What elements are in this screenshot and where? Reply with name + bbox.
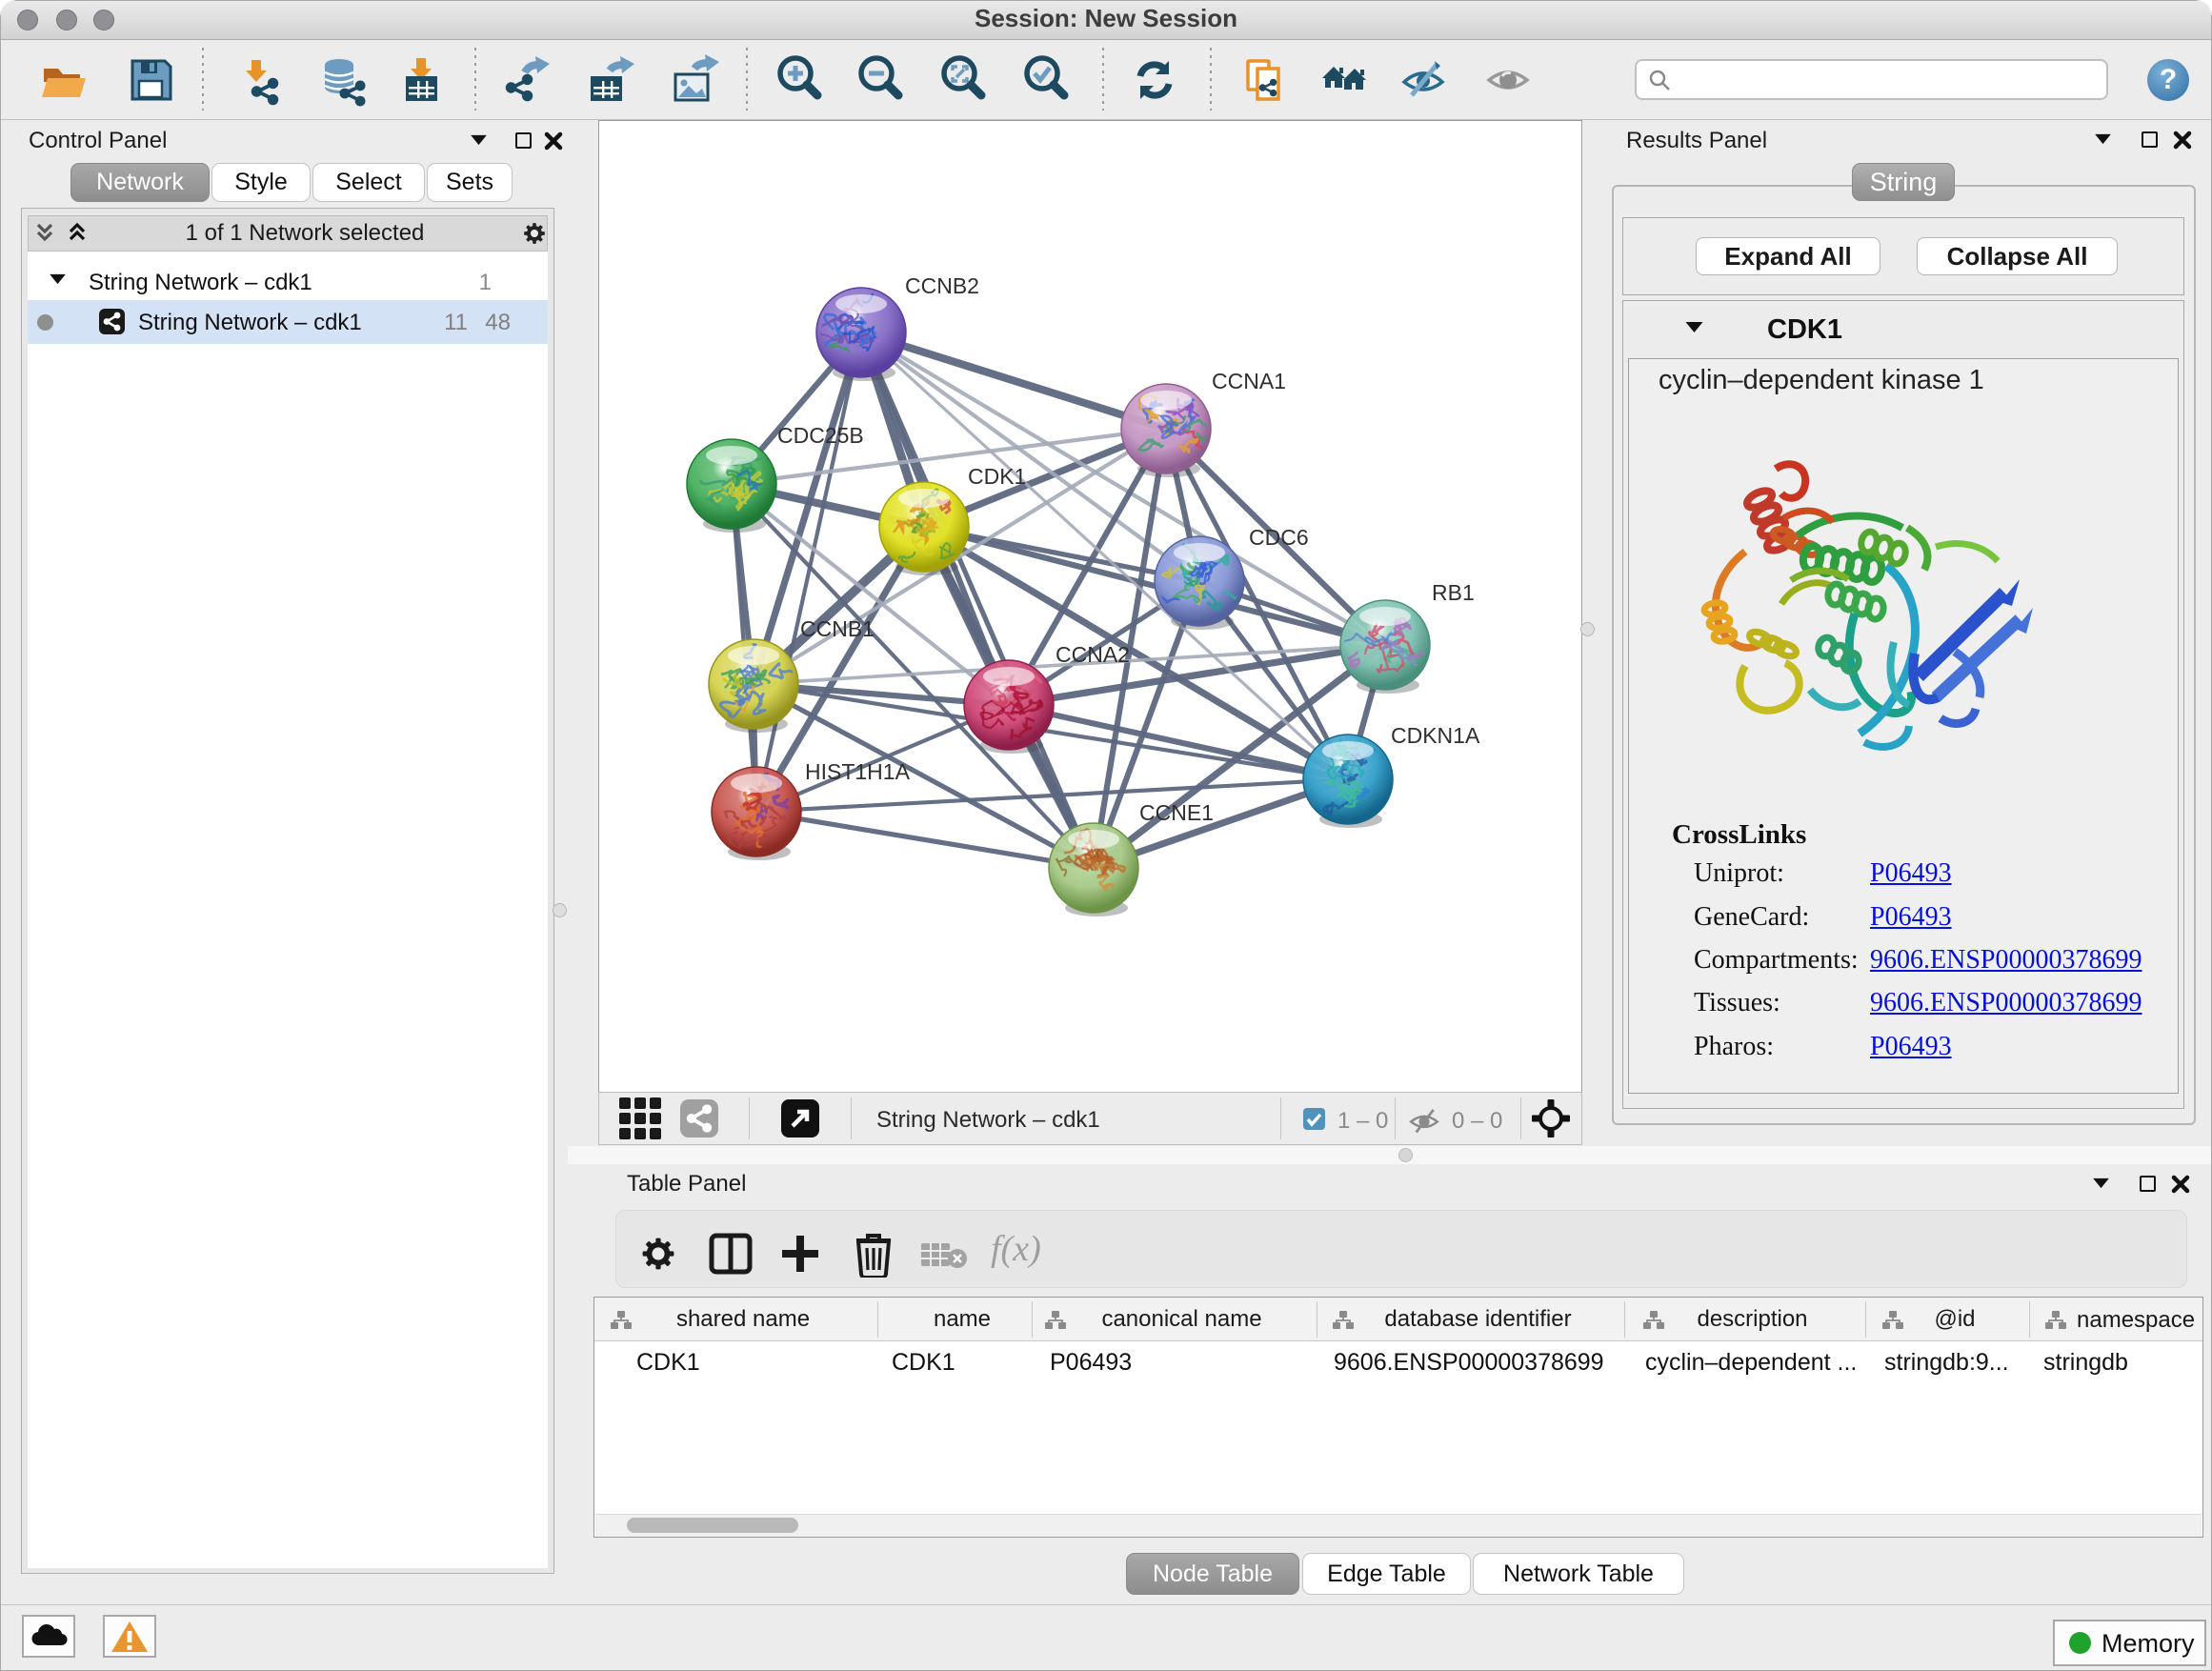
svg-text:CDK1: CDK1 xyxy=(968,464,1026,489)
svg-text:RB1: RB1 xyxy=(1432,580,1475,605)
svg-text:CCNA2: CCNA2 xyxy=(1056,642,1130,667)
svg-text:CDC6: CDC6 xyxy=(1249,525,1309,550)
svg-text:CCNE1: CCNE1 xyxy=(1139,800,1214,825)
svg-text:CCNB1: CCNB1 xyxy=(800,616,875,641)
svg-text:CDKN1A: CDKN1A xyxy=(1391,723,1480,748)
svg-text:CCNA1: CCNA1 xyxy=(1212,369,1286,393)
svg-text:CDC25B: CDC25B xyxy=(777,423,864,448)
svg-text:CCNB2: CCNB2 xyxy=(905,273,979,298)
svg-text:HIST1H1A: HIST1H1A xyxy=(805,759,911,784)
